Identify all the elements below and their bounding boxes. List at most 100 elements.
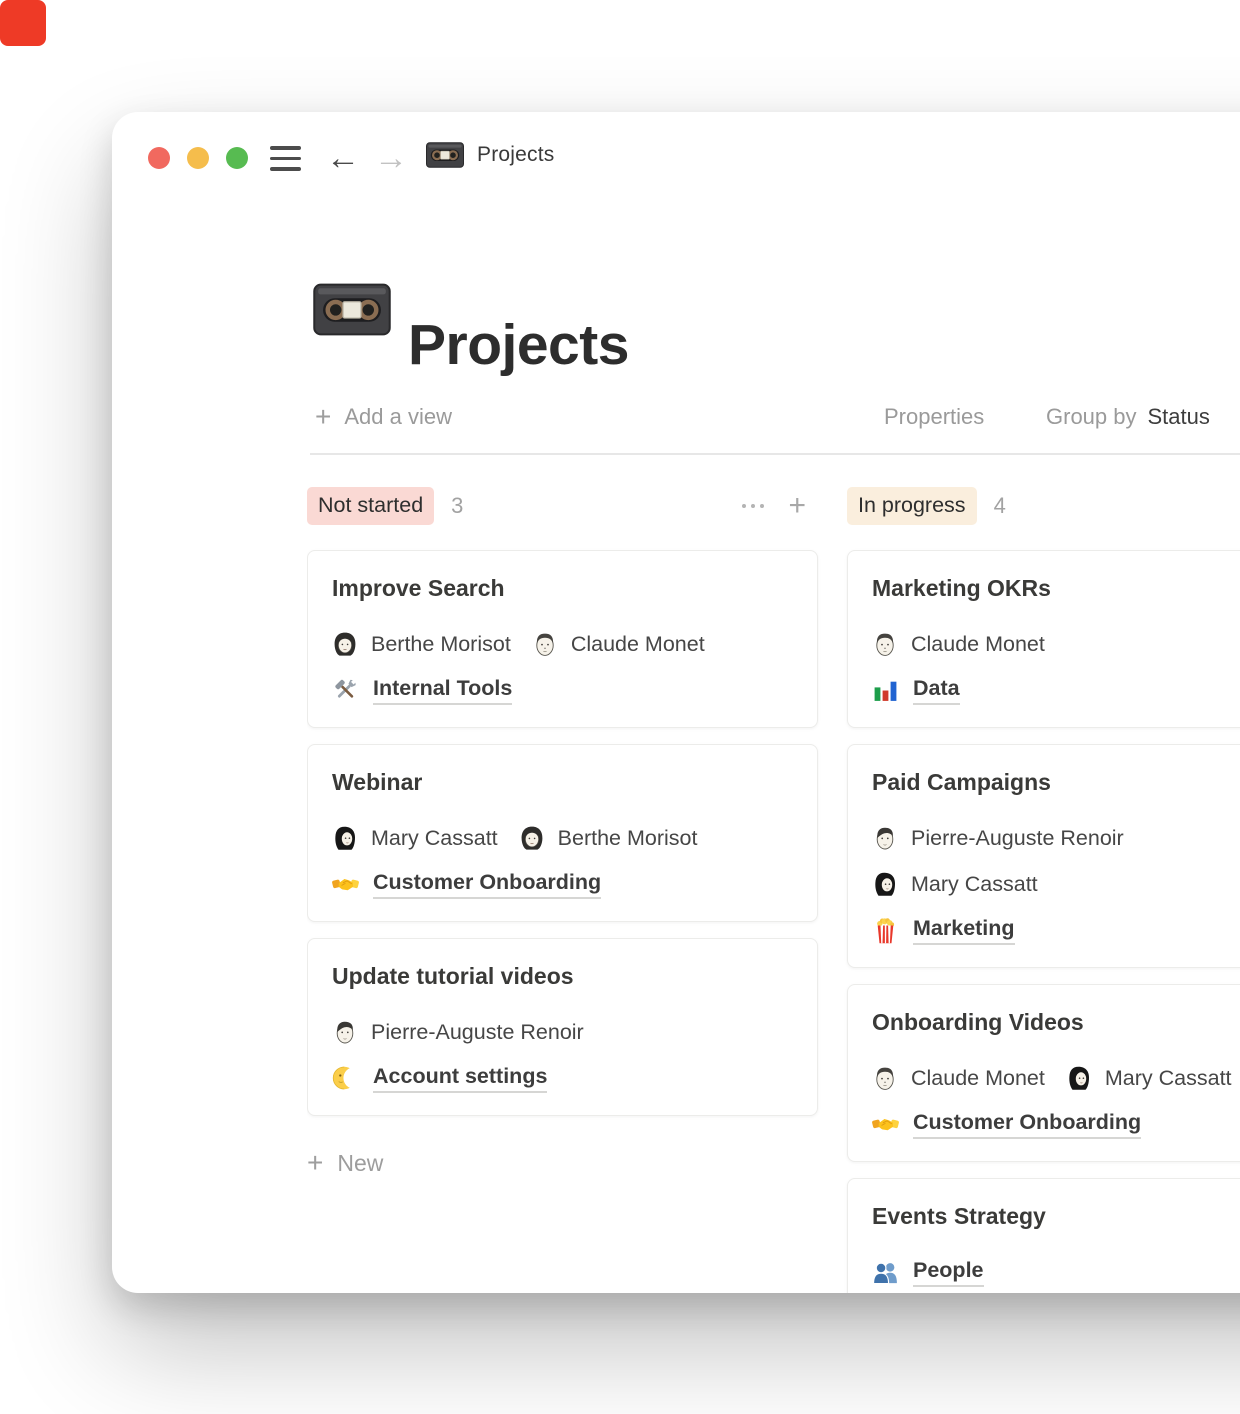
tag-row: Customer Onboarding <box>332 869 793 899</box>
assignee-name: Mary Cassatt <box>1105 1066 1232 1091</box>
group-by-button[interactable]: Group by Status <box>1046 400 1210 434</box>
handshake-icon <box>872 1110 899 1138</box>
mary-cassatt-avatar <box>1066 1065 1092 1091</box>
assignee-name: Claude Monet <box>911 632 1045 657</box>
claude-monet-avatar <box>872 1065 898 1091</box>
assignee: Claude Monet <box>872 1065 1045 1091</box>
tag-link[interactable]: Marketing <box>913 916 1015 945</box>
sidebar-toggle-icon[interactable] <box>270 146 301 171</box>
assignee-name: Berthe Morisot <box>371 632 511 657</box>
assignee-name: Claude Monet <box>571 632 705 657</box>
renoir-avatar <box>872 825 898 851</box>
screenshot-canvas: ← → Projects Projects + Add a view <box>0 0 1240 1414</box>
project-card[interactable]: Webinar Mary Cassatt Berthe Morisot Cust… <box>307 744 818 922</box>
group-by-value: Status <box>1148 400 1210 434</box>
assignee-name: Mary Cassatt <box>371 826 498 851</box>
new-card-button[interactable]: + New <box>307 1146 818 1180</box>
zoom-window-button[interactable] <box>226 147 248 169</box>
card-list: Improve Search Berthe Morisot Claude Mon… <box>307 550 818 1116</box>
tag-link[interactable]: Data <box>913 676 960 705</box>
close-window-button[interactable] <box>148 147 170 169</box>
assignee-name: Claude Monet <box>911 1066 1045 1091</box>
toolbar-divider <box>310 453 1240 455</box>
project-card[interactable]: Marketing OKRs Claude Monet Data <box>847 550 1240 728</box>
mary-cassatt-avatar <box>872 871 898 897</box>
people-icon <box>872 1258 899 1286</box>
card-title: Improve Search <box>332 573 793 603</box>
project-card[interactable]: Events Strategy People <box>847 1178 1240 1293</box>
card-title: Marketing OKRs <box>872 573 1240 603</box>
project-card[interactable]: Paid Campaigns Pierre-Auguste Renoir Mar… <box>847 744 1240 968</box>
assignee-row: Pierre-Auguste Renoir <box>872 823 1240 853</box>
view-toolbar: + Add a view Properties Group by Status <box>112 400 1240 436</box>
assignee: Mary Cassatt <box>872 871 1038 897</box>
breadcrumb-tab[interactable]: Projects <box>426 142 554 168</box>
tag-link[interactable]: Account settings <box>373 1064 547 1093</box>
assignee: Berthe Morisot <box>332 631 511 657</box>
properties-button[interactable]: Properties <box>884 400 984 434</box>
renoir-avatar <box>332 1019 358 1045</box>
tag-row: Data <box>872 675 1240 705</box>
column-count: 4 <box>994 493 1006 519</box>
status-badge: In progress <box>847 487 977 525</box>
tag-link[interactable]: Internal Tools <box>373 676 512 705</box>
plus-icon: + <box>307 1146 323 1180</box>
group-by-label: Group by <box>1046 400 1137 434</box>
assignee-row: Claude Monet Mary Cassatt <box>872 1063 1240 1093</box>
moon-icon <box>332 1064 359 1092</box>
app-window: ← → Projects Projects + Add a view <box>112 112 1240 1293</box>
assignee-row: Mary Cassatt <box>872 869 1240 899</box>
page-title[interactable]: Projects <box>408 312 629 378</box>
card-list: Marketing OKRs Claude Monet DataPaid Cam… <box>847 550 1240 1293</box>
vhs-icon[interactable] <box>313 283 391 336</box>
assignee-name: Pierre-Auguste Renoir <box>911 826 1124 851</box>
card-title: Onboarding Videos <box>872 1007 1240 1037</box>
assignee: Claude Monet <box>872 631 1045 657</box>
add-view-button[interactable]: + Add a view <box>315 400 452 434</box>
vhs-icon <box>426 142 464 168</box>
hammer-wrench-icon <box>332 676 359 704</box>
claude-monet-avatar <box>532 631 558 657</box>
assignee-row: Mary Cassatt Berthe Morisot <box>332 823 793 853</box>
card-title: Webinar <box>332 767 793 797</box>
assignee: Claude Monet <box>532 631 705 657</box>
tag-link[interactable]: People <box>913 1258 984 1287</box>
tag-row: Marketing <box>872 915 1240 945</box>
red-decoration-square <box>0 0 46 46</box>
berthe-morisot-avatar <box>519 825 545 851</box>
card-title: Update tutorial videos <box>332 961 793 991</box>
new-card-label: New <box>337 1150 383 1177</box>
project-card[interactable]: Onboarding Videos Claude Monet Mary Cass… <box>847 984 1240 1162</box>
assignee-row: Pierre-Auguste Renoir <box>332 1017 793 1047</box>
plus-icon: + <box>315 400 331 434</box>
column-header: Not started 3 + <box>307 486 818 526</box>
minimize-window-button[interactable] <box>187 147 209 169</box>
bar-chart-icon <box>872 676 899 704</box>
tag-link[interactable]: Customer Onboarding <box>913 1110 1141 1139</box>
titlebar: ← → Projects <box>112 112 1240 204</box>
status-badge: Not started <box>307 487 434 525</box>
card-title: Events Strategy <box>872 1201 1240 1231</box>
claude-monet-avatar <box>872 631 898 657</box>
assignee: Mary Cassatt <box>1066 1065 1232 1091</box>
assignee-row: Berthe Morisot Claude Monet <box>332 629 793 659</box>
assignee: Berthe Morisot <box>519 825 698 851</box>
column-in-progress: In progress 4 + Marketing OKRs Claude Mo… <box>847 486 1240 1293</box>
tab-title: Projects <box>477 143 554 167</box>
assignee: Pierre-Auguste Renoir <box>332 1019 584 1045</box>
assignee-row: Claude Monet <box>872 629 1240 659</box>
column-header: In progress 4 + <box>847 486 1240 526</box>
back-arrow-icon[interactable]: ← <box>326 138 360 178</box>
forward-arrow-icon[interactable]: → <box>374 138 408 178</box>
tag-row: People <box>872 1257 1240 1287</box>
add-card-icon[interactable]: + <box>788 491 806 521</box>
project-card[interactable]: Update tutorial videos Pierre-Auguste Re… <box>307 938 818 1116</box>
more-options-icon[interactable] <box>740 504 767 509</box>
card-title: Paid Campaigns <box>872 767 1240 797</box>
column-actions: + <box>740 491 818 521</box>
add-view-label: Add a view <box>344 400 452 434</box>
project-card[interactable]: Improve Search Berthe Morisot Claude Mon… <box>307 550 818 728</box>
mary-cassatt-avatar <box>332 825 358 851</box>
tag-link[interactable]: Customer Onboarding <box>373 870 601 899</box>
tag-row: Customer Onboarding <box>872 1109 1240 1139</box>
